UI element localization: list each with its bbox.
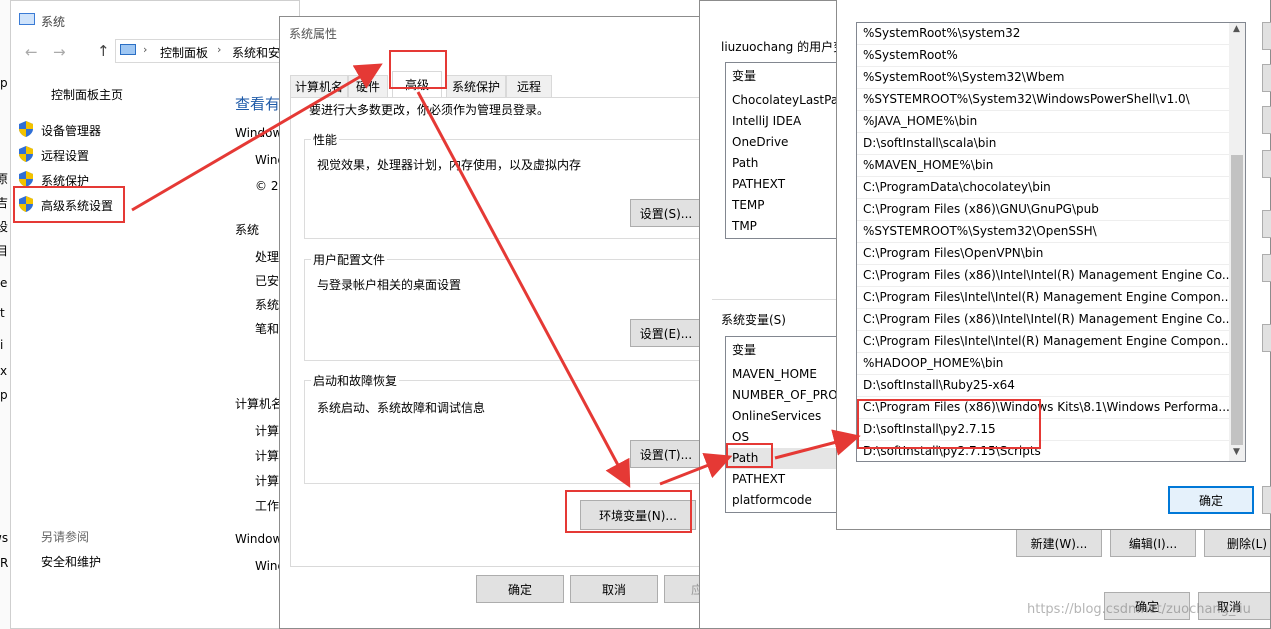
arrow-to-env-button (416, 91, 631, 488)
arrow-to-new-entries (774, 429, 861, 460)
annotation-arrows (131, 63, 861, 488)
watermark-text: https://blog.csdn.net/zuochang_liu (1027, 602, 1251, 617)
arrow-to-advanced-tab (131, 63, 383, 212)
arrow-to-path-var (659, 452, 733, 486)
